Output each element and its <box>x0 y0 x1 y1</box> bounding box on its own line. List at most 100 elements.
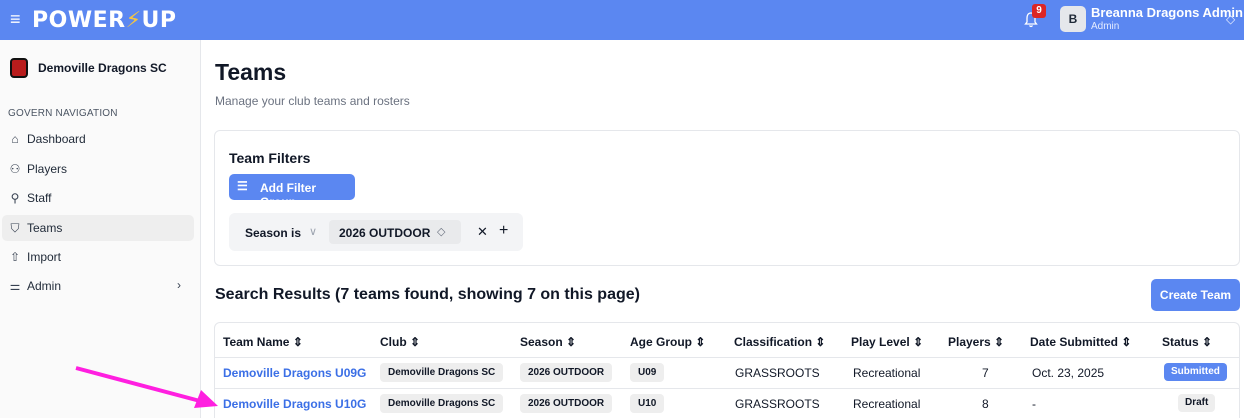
team-name-link[interactable]: Demoville Dragons U09G <box>223 366 366 380</box>
season-pill: 2026 OUTDOOR <box>520 394 613 413</box>
filters-title: Team Filters <box>229 150 311 166</box>
sort-icon: ⇕ <box>410 335 421 349</box>
club-pill: Demoville Dragons SC <box>380 394 504 413</box>
sort-icon: ⇕ <box>1121 335 1132 349</box>
column-header-date-submitted[interactable]: Date Submitted ⇕ <box>1030 335 1131 349</box>
filter-value: 2026 OUTDOOR <box>339 226 431 240</box>
add-filter-group-button[interactable]: ☰ Add Filter Group <box>229 174 355 209</box>
column-label: Classification <box>734 335 813 349</box>
column-header-players[interactable]: Players ⇕ <box>948 335 1004 349</box>
sort-icon: ⇕ <box>815 335 826 349</box>
nav-heading: GOVERN NAVIGATION <box>8 108 118 119</box>
sort-icon: ⇕ <box>994 335 1005 349</box>
column-label: Season <box>520 335 563 349</box>
sort-icon: ⇕ <box>695 335 706 349</box>
add-filter-group-label: Add Filter Group <box>260 181 316 209</box>
date-submitted-cell: - <box>1032 397 1036 411</box>
user-name[interactable]: Breanna Dragons Admin <box>1091 5 1243 20</box>
home-icon: ⌂ <box>11 132 19 146</box>
column-label: Status <box>1162 335 1199 349</box>
sidebar: Demoville Dragons SC GOVERN NAVIGATION ⌂… <box>0 40 201 418</box>
shield-icon: ⛉ <box>10 221 20 235</box>
column-header-club[interactable]: Club ⇕ <box>380 335 420 349</box>
chevron-updown-icon[interactable]: ◇ <box>1226 12 1235 26</box>
column-label: Team Name <box>223 335 290 349</box>
top-bar: ≡ POWER⚡UP 9 B Breanna Dragons Admin Adm… <box>0 0 1244 40</box>
club-name: Demoville Dragons SC <box>38 61 167 75</box>
chevron-down-icon[interactable]: ∨ <box>309 225 317 238</box>
sidebar-item-label: Import <box>27 250 62 264</box>
add-rule-icon[interactable]: + <box>499 222 508 240</box>
column-label: Players <box>948 335 991 349</box>
sidebar-item-label: Players <box>27 162 68 176</box>
sidebar-item-label: Dashboard <box>27 132 86 146</box>
status-badge: Draft <box>1178 394 1216 412</box>
sidebar-item-teams[interactable]: ⛉ Teams <box>2 215 194 241</box>
remove-filter-icon[interactable]: ✕ <box>477 224 488 240</box>
chevron-updown-icon: ◇ <box>437 226 446 238</box>
results-title: Search Results (7 teams found, showing 7… <box>215 286 640 303</box>
status-badge: Submitted <box>1164 363 1227 381</box>
column-header-status[interactable]: Status ⇕ <box>1162 335 1212 349</box>
filter-value-select[interactable]: 2026 OUTDOOR ◇ <box>329 220 461 244</box>
settings-icon: ⚌ <box>9 279 21 293</box>
table-row[interactable]: Demoville Dragons U09G Demoville Dragons… <box>215 357 1239 387</box>
sidebar-item-dashboard[interactable]: ⌂ Dashboard <box>2 126 194 152</box>
column-label: Date Submitted <box>1030 335 1119 349</box>
create-team-button[interactable]: Create Team <box>1151 279 1240 311</box>
age-group-pill: U10 <box>630 394 665 413</box>
sidebar-item-players[interactable]: ⚇ Players <box>2 156 194 182</box>
avatar[interactable]: B <box>1060 6 1086 32</box>
column-label: Play Level <box>851 335 910 349</box>
sort-icon: ⇕ <box>1202 335 1213 349</box>
play-level-cell: Recreational <box>853 397 921 411</box>
sort-icon: ⇕ <box>566 335 577 349</box>
season-pill: 2026 OUTDOOR <box>520 363 613 382</box>
column-header-season[interactable]: Season ⇕ <box>520 335 576 349</box>
sidebar-item-admin[interactable]: ⚌ Admin › <box>2 273 194 299</box>
sliders-icon: ☰ <box>237 179 248 193</box>
page-title: Teams <box>215 59 287 85</box>
page-subtitle: Manage your club teams and rosters <box>215 94 410 108</box>
sidebar-item-import[interactable]: ⇧ Import <box>2 244 194 270</box>
user-role: Admin <box>1091 21 1120 32</box>
teams-table: Team Name ⇕ Club ⇕ Season ⇕ Age Group ⇕ … <box>214 322 1240 418</box>
club-logo-icon <box>10 58 28 78</box>
filter-operator[interactable]: is <box>291 226 301 240</box>
players-cell: 8 <box>982 397 989 411</box>
play-level-cell: Recreational <box>853 366 921 380</box>
column-header-play-level[interactable]: Play Level ⇕ <box>851 335 923 349</box>
classification-cell: GRASSROOTS <box>735 366 820 380</box>
table-row[interactable]: Demoville Dragons U10G Demoville Dragons… <box>215 388 1239 418</box>
sort-icon: ⇕ <box>292 335 303 349</box>
age-group-pill: U09 <box>630 363 665 382</box>
column-label: Age Group <box>630 335 692 349</box>
bolt-icon: ⚡ <box>125 8 142 33</box>
notification-badge: 9 <box>1032 4 1046 18</box>
date-submitted-cell: Oct. 23, 2025 <box>1032 366 1105 380</box>
sidebar-item-label: Staff <box>27 191 52 205</box>
upload-icon: ⇧ <box>9 250 21 264</box>
team-filters-panel: Team Filters ☰ Add Filter Group Season i… <box>214 130 1240 266</box>
sidebar-item-label: Teams <box>27 221 63 235</box>
filter-rule: Season is ∨ 2026 OUTDOOR ◇ ✕ + <box>229 213 523 251</box>
column-header-classification[interactable]: Classification ⇕ <box>734 335 825 349</box>
brand-text-up: UP <box>141 8 177 33</box>
classification-cell: GRASSROOTS <box>735 397 820 411</box>
players-cell: 7 <box>982 366 989 380</box>
column-header-age-group[interactable]: Age Group ⇕ <box>630 335 705 349</box>
sort-icon: ⇕ <box>913 335 924 349</box>
column-header-team-name[interactable]: Team Name ⇕ <box>223 335 303 349</box>
filter-field[interactable]: Season <box>245 226 288 240</box>
column-label: Club <box>380 335 407 349</box>
club-pill: Demoville Dragons SC <box>380 363 504 382</box>
chevron-right-icon: › <box>177 278 181 292</box>
sidebar-item-label: Admin <box>27 279 62 293</box>
brand-text-power: POWER <box>32 8 126 33</box>
users-icon: ⚇ <box>9 162 21 176</box>
sidebar-item-staff[interactable]: ⚲ Staff <box>2 185 194 211</box>
team-name-link[interactable]: Demoville Dragons U10G <box>223 397 366 411</box>
app-logo[interactable]: POWER⚡UP <box>32 8 177 33</box>
hamburger-icon[interactable]: ≡ <box>10 10 21 28</box>
staff-icon: ⚲ <box>10 191 20 205</box>
